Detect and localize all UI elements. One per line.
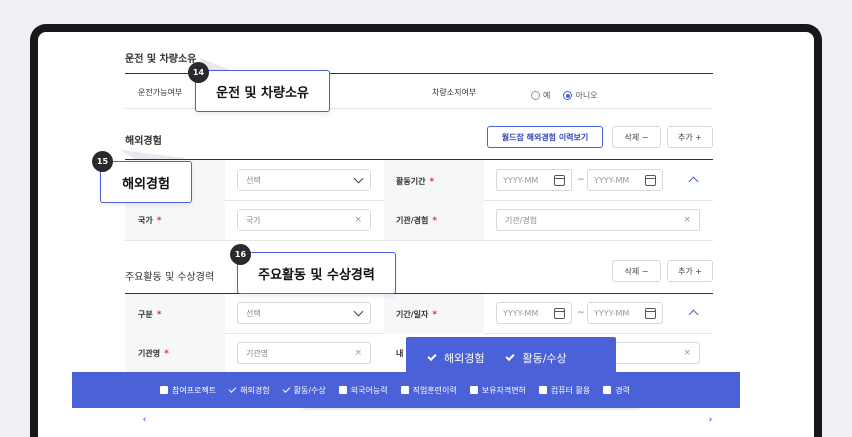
overseas-history-button[interactable]: 월드잡 해외경험 이력보기 — [487, 126, 603, 148]
calendar-icon — [554, 307, 565, 319]
toolbar-item-project[interactable]: 참여프로젝트 — [160, 385, 216, 396]
callout-number-15: 15 — [92, 151, 113, 172]
overseas-type-value: 선택 — [246, 175, 261, 185]
activity-category-select[interactable]: 선택 — [237, 302, 371, 324]
radio-no-label: 아니오 — [575, 91, 598, 100]
overseas-type-select[interactable]: 선택 — [237, 169, 371, 191]
vehicle-label: 차량소지여부 — [432, 88, 477, 97]
toolbar-item-overseas[interactable]: 해외경험 — [228, 384, 270, 396]
org-experience-label: 기관/경험 * — [396, 216, 438, 226]
check-icon — [228, 384, 237, 393]
toolbar-item-language[interactable]: 외국어능력 — [338, 385, 388, 396]
toolbar-next-button[interactable]: › — [702, 411, 719, 428]
checkbox-icon — [160, 386, 168, 394]
activity-date-from[interactable]: YYYY-MM — [496, 302, 572, 324]
activity-delete-button[interactable]: 삭제 − — [612, 260, 661, 282]
country-label: 국가 * — [138, 216, 162, 226]
callout-number-16: 16 — [230, 244, 251, 265]
activity-period-label: 기간/일자 * — [396, 310, 438, 320]
callout-activity: 주요활동 및 수상경력 — [237, 252, 396, 294]
radio-yes-label: 예 — [543, 91, 551, 100]
callout-driving: 운전 및 차량소유 — [195, 70, 330, 112]
overseas-delete-button[interactable]: 삭제 − — [612, 126, 661, 148]
org-name-label: 기관명 * — [138, 349, 169, 359]
section-title-driving: 운전 및 차량소유 — [125, 54, 197, 65]
toolbar-item-activity[interactable]: 활동/수상 — [282, 384, 326, 396]
toolbar-item-training[interactable]: 직업훈련이력 — [400, 385, 457, 396]
check-icon — [282, 384, 291, 393]
activity-date-to[interactable]: YYYY-MM — [587, 302, 663, 324]
toolbar-item-license[interactable]: 보유자격면허 — [469, 385, 526, 396]
clear-icon[interactable]: × — [354, 215, 362, 225]
license-label: 운전가능여부 — [138, 88, 183, 97]
check-icon — [427, 351, 437, 362]
activity-partial-label: 내 — [396, 349, 404, 358]
activity-add-button[interactable]: 추가 + — [667, 260, 713, 282]
checkbox-icon — [603, 386, 612, 394]
category-label: 구분 * — [138, 310, 162, 320]
radio-yes[interactable] — [531, 91, 540, 100]
chevron-down-icon — [353, 173, 364, 183]
section-title-activity: 주요활동 및 수상경력 — [125, 272, 215, 283]
chevron-down-icon — [353, 306, 364, 316]
clear-icon[interactable]: × — [354, 348, 362, 358]
checkbox-icon — [538, 386, 547, 394]
checkbox-icon — [338, 386, 347, 394]
popup-item-overseas[interactable]: 해외경험 — [427, 350, 484, 366]
checkbox-icon — [469, 386, 478, 394]
date-range-separator: ~ — [577, 308, 585, 318]
section-title-overseas: 해외경험 — [125, 136, 162, 147]
org-name-input[interactable]: 기관명 × — [237, 342, 371, 364]
overseas-date-to[interactable]: YYYY-MM — [587, 169, 663, 191]
activity-detail-input[interactable]: × — [612, 342, 700, 364]
clear-icon[interactable]: × — [683, 348, 691, 358]
date-range-separator: ~ — [577, 175, 585, 185]
checkbox-icon — [400, 386, 409, 394]
calendar-icon — [554, 174, 565, 186]
toolbar-item-computer[interactable]: 컴퓨터 활용 — [538, 385, 590, 396]
overseas-add-button[interactable]: 추가 + — [667, 126, 713, 148]
toolbar-item-career[interactable]: 경력 — [603, 385, 630, 396]
country-input[interactable]: 국가 × — [237, 209, 371, 231]
toolbar-prev-button[interactable]: ‹ — [136, 411, 153, 428]
clear-icon[interactable]: × — [683, 215, 691, 225]
overseas-period-label: 활동기간 * — [396, 177, 435, 187]
toolbar-items: 참여프로젝트 해외경험 활동/수상 외국어능력 직업훈련이력 보유자격면허 컴퓨… — [160, 372, 630, 408]
radio-no[interactable] — [563, 91, 573, 100]
callout-number-14: 14 — [188, 62, 209, 83]
calendar-icon — [645, 307, 656, 319]
overseas-date-from[interactable]: YYYY-MM — [496, 169, 572, 191]
check-icon — [505, 351, 516, 362]
popup-item-activity[interactable]: 활동/수상 — [505, 350, 567, 366]
org-experience-input[interactable]: 기관/경험 × — [496, 209, 700, 231]
callout-overseas: 해외경험 — [100, 161, 192, 203]
calendar-icon — [645, 174, 656, 186]
vehicle-radio-group: 예 아니오 — [531, 85, 606, 104]
